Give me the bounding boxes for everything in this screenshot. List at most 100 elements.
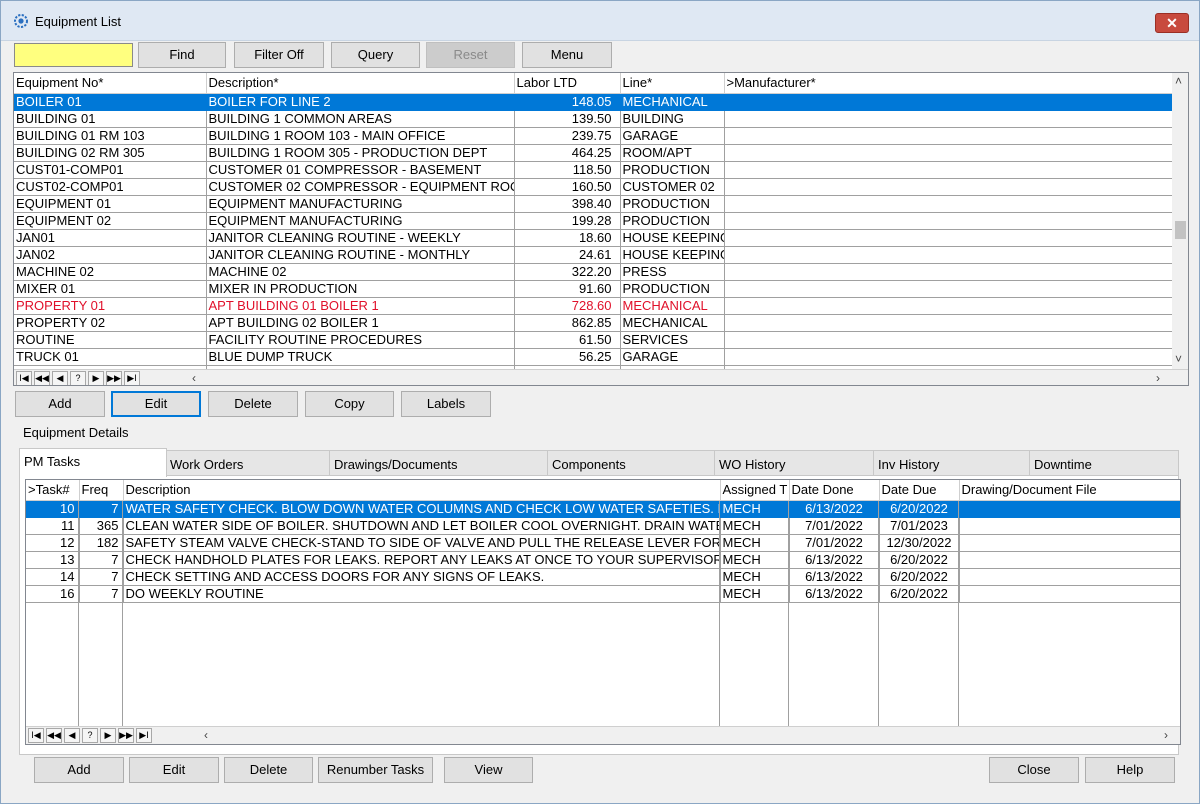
task-cell[interactable]: 6/20/2022	[879, 568, 959, 585]
equipment-cell[interactable]: HOUSE KEEPING	[620, 229, 724, 246]
task-row[interactable]: 137CHECK HANDHOLD PLATES FOR LEAKS. REPO…	[26, 551, 1180, 568]
equipment-cell[interactable]: BUILDING 1 COMMON AREAS	[206, 110, 514, 127]
task-cell[interactable]: 6/13/2022	[789, 585, 879, 602]
task-cell[interactable]: 13	[26, 551, 79, 568]
equipment-row[interactable]: BUILDING 01 RM 103BUILDING 1 ROOM 103 - …	[14, 127, 1172, 144]
task-cell[interactable]: CLEAN WATER SIDE OF BOILER. SHUTDOWN AND…	[123, 517, 720, 534]
scroll-left-icon[interactable]: ‹	[192, 370, 196, 386]
task-cell[interactable]: 6/13/2022	[789, 500, 879, 517]
task-cell[interactable]: SAFETY STEAM VALVE CHECK-STAND TO SIDE O…	[123, 534, 720, 551]
task-cell[interactable]: 12	[26, 534, 79, 551]
equipment-cell[interactable]	[724, 127, 1172, 144]
tab-wo-history[interactable]: WO History	[714, 450, 875, 476]
column-header[interactable]: Equipment No*	[14, 73, 206, 93]
scroll-right-icon[interactable]: ›	[1156, 370, 1160, 386]
equipment-row[interactable]: JAN01JANITOR CLEANING ROUTINE - WEEKLY18…	[14, 229, 1172, 246]
equipment-row[interactable]: CUST01-COMP01CUSTOMER 01 COMPRESSOR - BA…	[14, 161, 1172, 178]
equipment-row[interactable]: TRUCK 01BLUE DUMP TRUCK56.25GARAGE	[14, 348, 1172, 365]
equipment-cell[interactable]: ROOM/APT	[620, 144, 724, 161]
task-cell[interactable]: CHECK SETTING AND ACCESS DOORS FOR ANY S…	[123, 568, 720, 585]
column-header[interactable]: Date Due	[879, 480, 959, 500]
task-cell[interactable]: 365	[79, 517, 123, 534]
equipment-cell[interactable]: 139.50	[514, 110, 620, 127]
column-header[interactable]: Description	[123, 480, 720, 500]
equipment-row[interactable]: JAN02JANITOR CLEANING ROUTINE - MONTHLY2…	[14, 246, 1172, 263]
equipment-row[interactable]: CUST02-COMP01CUSTOMER 02 COMPRESSOR - EQ…	[14, 178, 1172, 195]
search-input[interactable]	[14, 43, 133, 67]
task-cell[interactable]: WATER SAFETY CHECK. BLOW DOWN WATER COLU…	[123, 500, 720, 517]
equipment-cell[interactable]: MIXER IN PRODUCTION	[206, 280, 514, 297]
close-button[interactable]: Close	[989, 757, 1079, 783]
menu-button[interactable]: Menu	[522, 42, 612, 68]
task-cell[interactable]	[959, 517, 1180, 534]
tab-components[interactable]: Components	[547, 450, 716, 476]
column-header[interactable]: Freq	[79, 480, 123, 500]
column-header[interactable]: Line*	[620, 73, 724, 93]
equipment-cell[interactable]: CUST02-COMP01	[14, 178, 206, 195]
task-cell[interactable]: 6/13/2022	[789, 551, 879, 568]
task-cell[interactable]: 7	[79, 500, 123, 517]
reset-button[interactable]: Reset	[426, 42, 515, 68]
equipment-cell[interactable]: EQUIPMENT MANUFACTURING	[206, 195, 514, 212]
equipment-cell[interactable]: JANITOR CLEANING ROUTINE - WEEKLY	[206, 229, 514, 246]
window-close-button[interactable]: ✕	[1155, 13, 1189, 33]
task-cell[interactable]: 7/01/2022	[789, 517, 879, 534]
equipment-cell[interactable]	[724, 280, 1172, 297]
equipment-cell[interactable]: PROPERTY 02	[14, 314, 206, 331]
equipment-cell[interactable]: GARAGE	[620, 348, 724, 365]
last-record-icon[interactable]: ▶I	[136, 728, 152, 743]
next-page-icon[interactable]: ▶▶	[118, 728, 134, 743]
task-cell[interactable]: MECH	[720, 517, 789, 534]
equipment-cell[interactable]: 464.25	[514, 144, 620, 161]
task-cell[interactable]: 7/01/2022	[789, 534, 879, 551]
equipment-cell[interactable]: 61.50	[514, 331, 620, 348]
task-cell[interactable]: 7	[79, 585, 123, 602]
equipment-cell[interactable]	[724, 297, 1172, 314]
equipment-cell[interactable]: CUSTOMER 01 COMPRESSOR - BASEMENT	[206, 161, 514, 178]
equipment-cell[interactable]	[724, 161, 1172, 178]
delete-task-button[interactable]: Delete	[224, 757, 313, 783]
find-record-icon[interactable]: ?	[82, 728, 98, 743]
equipment-cell[interactable]: BOILER FOR LINE 2	[206, 93, 514, 110]
equipment-cell[interactable]: JANITOR CLEANING ROUTINE - MONTHLY	[206, 246, 514, 263]
equipment-cell[interactable]	[724, 110, 1172, 127]
renumber-tasks-button[interactable]: Renumber Tasks	[318, 757, 433, 783]
equipment-row[interactable]: PROPERTY 02APT BUILDING 02 BOILER 1862.8…	[14, 314, 1172, 331]
column-header[interactable]: Date Done	[789, 480, 879, 500]
task-cell[interactable]: 7/01/2023	[879, 517, 959, 534]
task-cell[interactable]: 14	[26, 568, 79, 585]
equipment-cell[interactable]: ROUTINE	[14, 331, 206, 348]
equipment-cell[interactable]	[724, 263, 1172, 280]
next-page-icon[interactable]: ▶▶	[106, 371, 122, 386]
edit-equipment-button[interactable]: Edit	[111, 391, 201, 417]
task-row[interactable]: 147CHECK SETTING AND ACCESS DOORS FOR AN…	[26, 568, 1180, 585]
filter-off-button[interactable]: Filter Off	[234, 42, 324, 68]
task-row[interactable]: 167DO WEEKLY ROUTINEMECH6/13/20226/20/20…	[26, 585, 1180, 602]
equipment-cell[interactable]: BUILDING	[620, 110, 724, 127]
scroll-right-icon[interactable]: ›	[1164, 727, 1168, 743]
task-cell[interactable]: MECH	[720, 568, 789, 585]
task-cell[interactable]: CHECK HANDHOLD PLATES FOR LEAKS. REPORT …	[123, 551, 720, 568]
equipment-cell[interactable]: EQUIPMENT 02	[14, 212, 206, 229]
equipment-cell[interactable]: PROPERTY 01	[14, 297, 206, 314]
next-record-icon[interactable]: ▶	[100, 728, 116, 743]
equipment-cell[interactable]	[724, 93, 1172, 110]
add-equipment-button[interactable]: Add	[15, 391, 105, 417]
find-record-icon[interactable]: ?	[70, 371, 86, 386]
column-header[interactable]: >Manufacturer*	[724, 73, 1172, 93]
equipment-cell[interactable]: BUILDING 01 RM 103	[14, 127, 206, 144]
task-cell[interactable]: DO WEEKLY ROUTINE	[123, 585, 720, 602]
equipment-cell[interactable]: BOILER 01	[14, 93, 206, 110]
equipment-row[interactable]: ROUTINEFACILITY ROUTINE PROCEDURES61.50S…	[14, 331, 1172, 348]
equipment-cell[interactable]: JAN02	[14, 246, 206, 263]
column-header[interactable]: Drawing/Document File	[959, 480, 1180, 500]
equipment-cell[interactable]: CUST01-COMP01	[14, 161, 206, 178]
equipment-cell[interactable]: EQUIPMENT 01	[14, 195, 206, 212]
equipment-cell[interactable]: EQUIPMENT MANUFACTURING	[206, 212, 514, 229]
task-cell[interactable]	[959, 534, 1180, 551]
equipment-cell[interactable]: HOUSE KEEPING	[620, 246, 724, 263]
task-cell[interactable]: MECH	[720, 500, 789, 517]
column-header[interactable]: Description*	[206, 73, 514, 93]
equipment-cell[interactable]: 199.28	[514, 212, 620, 229]
tasks-horizontal-scrollbar[interactable]: ‹ ›	[198, 726, 1180, 744]
